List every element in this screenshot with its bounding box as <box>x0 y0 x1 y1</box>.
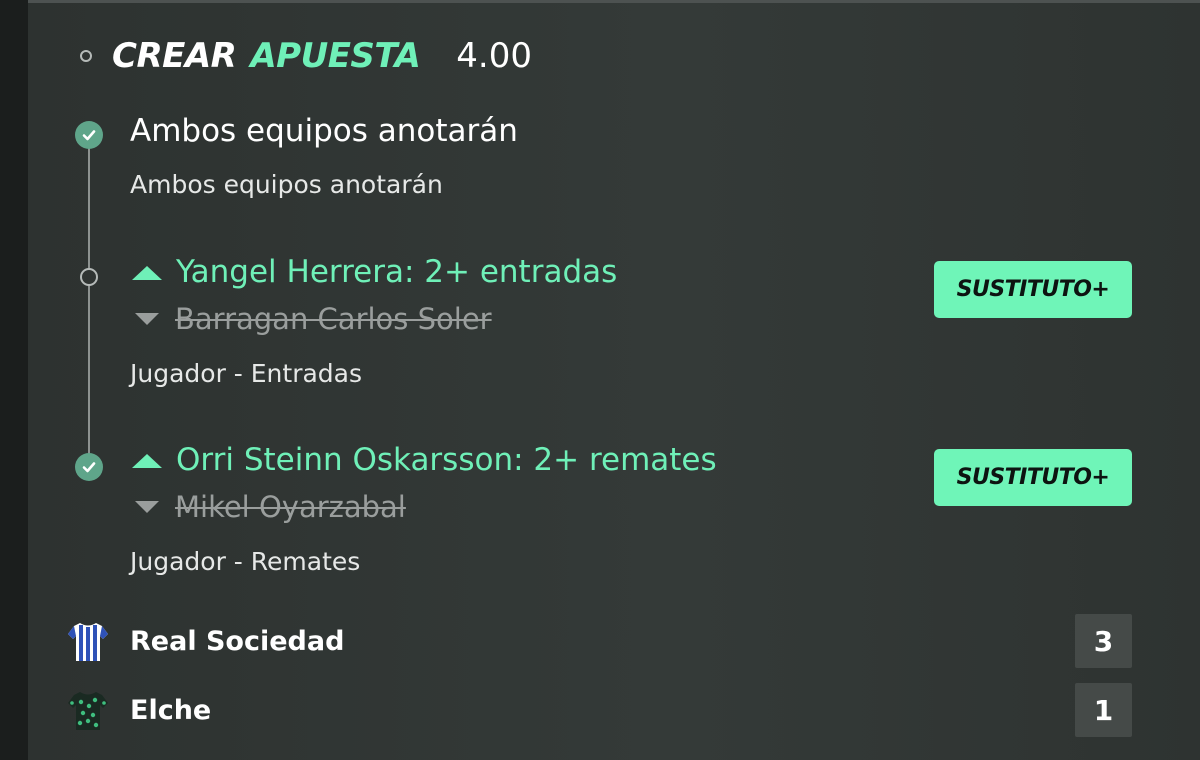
selection-2-substitute-out: Barragan Carlos Soler <box>133 302 492 336</box>
selection-1-title: Ambos equipos anotarán <box>130 113 518 149</box>
check-icon <box>75 121 103 149</box>
selection-3-substitute-in: Orri Steinn Oskarsson: 2+ remates <box>130 442 717 478</box>
substitute-out-label: Barragan Carlos Soler <box>175 302 492 336</box>
away-team-score: 1 <box>1075 683 1132 737</box>
arrow-down-icon <box>135 313 159 325</box>
substitute-in-label: Yangel Herrera: 2+ entradas <box>176 254 618 290</box>
home-team-score: 3 <box>1075 614 1132 668</box>
real-sociedad-shirt-icon <box>68 623 108 661</box>
sustituto-plus-badge[interactable]: SUSTITUTO+ <box>934 261 1132 318</box>
home-team-row: Real Sociedad 3 <box>66 614 1132 668</box>
home-team-name: Real Sociedad <box>130 625 345 657</box>
away-team-row: Elche 1 <box>66 683 1132 737</box>
title-crear: CREAR <box>112 36 237 76</box>
substitute-in-label: Orri Steinn Oskarsson: 2+ remates <box>176 442 717 478</box>
pending-icon <box>80 268 98 286</box>
elche-shirt-icon <box>68 692 108 730</box>
away-team-name: Elche <box>130 694 212 726</box>
bet-odds: 4.00 <box>456 36 532 76</box>
arrow-down-icon <box>135 501 159 513</box>
selection-1-market: Ambos equipos anotarán <box>130 170 443 199</box>
arrow-up-icon <box>132 266 162 280</box>
sustituto-plus-badge[interactable]: SUSTITUTO+ <box>934 449 1132 506</box>
selection-2-market: Jugador - Entradas <box>130 359 363 388</box>
header-status-icon <box>80 50 92 62</box>
selection-3-market: Jugador - Remates <box>130 547 361 576</box>
selection-3-substitute-out: Mikel Oyarzabal <box>133 490 406 524</box>
title-apuesta: APUESTA <box>250 36 421 76</box>
arrow-up-icon <box>132 454 162 468</box>
substitute-out-label: Mikel Oyarzabal <box>175 490 406 524</box>
selection-2-substitute-in: Yangel Herrera: 2+ entradas <box>130 254 617 290</box>
check-icon <box>75 453 103 481</box>
bet-header: CREAR APUESTA 4.00 <box>80 34 532 78</box>
timeline-line <box>88 136 90 466</box>
